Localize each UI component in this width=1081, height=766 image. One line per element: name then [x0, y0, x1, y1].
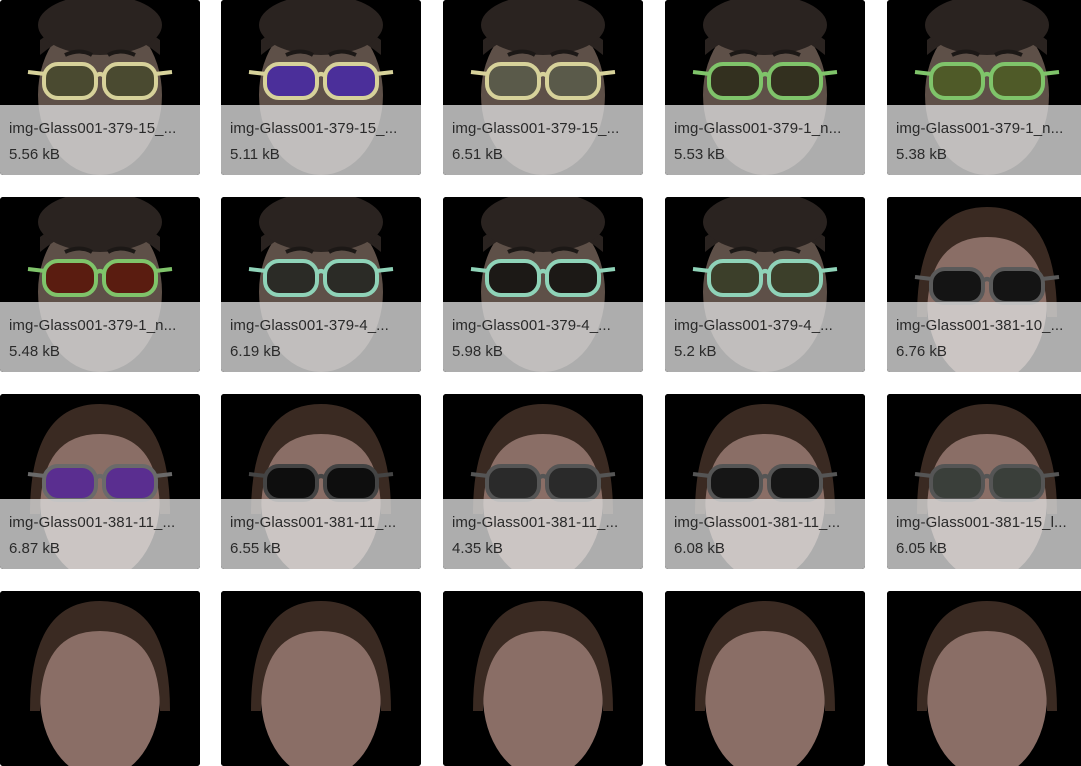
thumbnail-card[interactable]: img-Glass001-379-4_... 6.19 kB: [221, 197, 421, 372]
thumbnail-caption: img-Glass001-379-4_... 5.2 kB: [665, 302, 865, 372]
thumbnail-card[interactable]: img-Glass001-379-1_n... 5.48 kB: [0, 197, 200, 372]
file-size: 5.2 kB: [674, 343, 717, 360]
thumbnail-card[interactable]: [443, 591, 643, 766]
file-size: 6.51 kB: [452, 146, 503, 163]
thumbnail-caption: img-Glass001-379-4_... 6.19 kB: [221, 302, 421, 372]
file-name: img-Glass001-379-1_n...: [896, 120, 1064, 137]
thumbnail-caption: img-Glass001-379-15_... 5.11 kB: [221, 105, 421, 175]
file-name: img-Glass001-379-1_n...: [674, 120, 842, 137]
file-size: 6.05 kB: [896, 540, 947, 557]
thumbnail-caption: img-Glass001-381-11_... 4.35 kB: [443, 499, 643, 569]
file-name: img-Glass001-379-4_...: [452, 317, 611, 334]
file-name: img-Glass001-381-11_...: [452, 514, 619, 531]
thumbnail-card[interactable]: img-Glass001-379-15_... 5.56 kB: [0, 0, 200, 175]
file-size: 5.48 kB: [9, 343, 60, 360]
thumbnail-caption: img-Glass001-379-1_n... 5.48 kB: [0, 302, 200, 372]
thumbnail-grid: img-Glass001-379-15_... 5.56 kB img-Glass0…: [0, 0, 1081, 766]
thumbnail-caption: img-Glass001-381-15_l... 6.05 kB: [887, 499, 1081, 569]
file-size: 5.11 kB: [230, 146, 280, 163]
file-name: img-Glass001-379-1_n...: [9, 317, 177, 334]
thumbnail-caption: img-Glass001-379-15_... 6.51 kB: [443, 105, 643, 175]
thumbnail-caption: img-Glass001-381-11_... 6.55 kB: [221, 499, 421, 569]
thumbnail-card[interactable]: img-Glass001-381-11_... 6.87 kB: [0, 394, 200, 569]
file-size: 6.87 kB: [9, 540, 60, 557]
file-name: img-Glass001-381-11_...: [674, 514, 841, 531]
file-name: img-Glass001-381-10_...: [896, 317, 1064, 334]
thumbnail-card[interactable]: img-Glass001-381-11_... 6.55 kB: [221, 394, 421, 569]
file-name: img-Glass001-381-15_l...: [896, 514, 1067, 531]
thumbnail-card[interactable]: img-Glass001-381-15_l... 6.05 kB: [887, 394, 1081, 569]
thumbnail-image: [443, 591, 643, 766]
thumbnail-caption: img-Glass001-381-11_... 6.87 kB: [0, 499, 200, 569]
thumbnail-caption: img-Glass001-381-11_... 6.08 kB: [665, 499, 865, 569]
thumbnail-image: [665, 591, 865, 766]
thumbnail-card[interactable]: img-Glass001-379-1_n... 5.53 kB: [665, 0, 865, 175]
thumbnail-caption: img-Glass001-379-1_n... 5.53 kB: [665, 105, 865, 175]
thumbnail-card[interactable]: img-Glass001-379-4_... 5.2 kB: [665, 197, 865, 372]
thumbnail-card[interactable]: img-Glass001-381-11_... 6.08 kB: [665, 394, 865, 569]
thumbnail-image: [221, 591, 421, 766]
file-name: img-Glass001-379-15_...: [9, 120, 177, 137]
thumbnail-card[interactable]: img-Glass001-379-15_... 5.11 kB: [221, 0, 421, 175]
thumbnail-caption: img-Glass001-379-1_n... 5.38 kB: [887, 105, 1081, 175]
thumbnail-card[interactable]: img-Glass001-379-15_... 6.51 kB: [443, 0, 643, 175]
thumbnail-image: [887, 591, 1081, 766]
thumbnail-caption: img-Glass001-381-10_... 6.76 kB: [887, 302, 1081, 372]
file-name: img-Glass001-379-15_...: [452, 120, 620, 137]
thumbnail-card[interactable]: [887, 591, 1081, 766]
thumbnail-caption: img-Glass001-379-15_... 5.56 kB: [0, 105, 200, 175]
thumbnail-card[interactable]: img-Glass001-381-10_... 6.76 kB: [887, 197, 1081, 372]
file-size: 5.38 kB: [896, 146, 947, 163]
thumbnail-caption: img-Glass001-379-4_... 5.98 kB: [443, 302, 643, 372]
file-size: 5.56 kB: [9, 146, 60, 163]
file-size: 5.98 kB: [452, 343, 503, 360]
thumbnail-card[interactable]: [0, 591, 200, 766]
file-size: 5.53 kB: [674, 146, 725, 163]
thumbnail-card[interactable]: [665, 591, 865, 766]
file-name: img-Glass001-381-11_...: [230, 514, 397, 531]
file-size: 6.55 kB: [230, 540, 281, 557]
file-name: img-Glass001-379-15_...: [230, 120, 398, 137]
file-size: 6.08 kB: [674, 540, 725, 557]
file-size: 6.76 kB: [896, 343, 947, 360]
thumbnail-image: [0, 591, 200, 766]
file-name: img-Glass001-381-11_...: [9, 514, 176, 531]
file-size: 6.19 kB: [230, 343, 281, 360]
thumbnail-card[interactable]: img-Glass001-381-11_... 4.35 kB: [443, 394, 643, 569]
thumbnail-card[interactable]: img-Glass001-379-1_n... 5.38 kB: [887, 0, 1081, 175]
file-name: img-Glass001-379-4_...: [230, 317, 389, 334]
file-size: 4.35 kB: [452, 540, 503, 557]
thumbnail-card[interactable]: img-Glass001-379-4_... 5.98 kB: [443, 197, 643, 372]
thumbnail-card[interactable]: [221, 591, 421, 766]
file-name: img-Glass001-379-4_...: [674, 317, 833, 334]
